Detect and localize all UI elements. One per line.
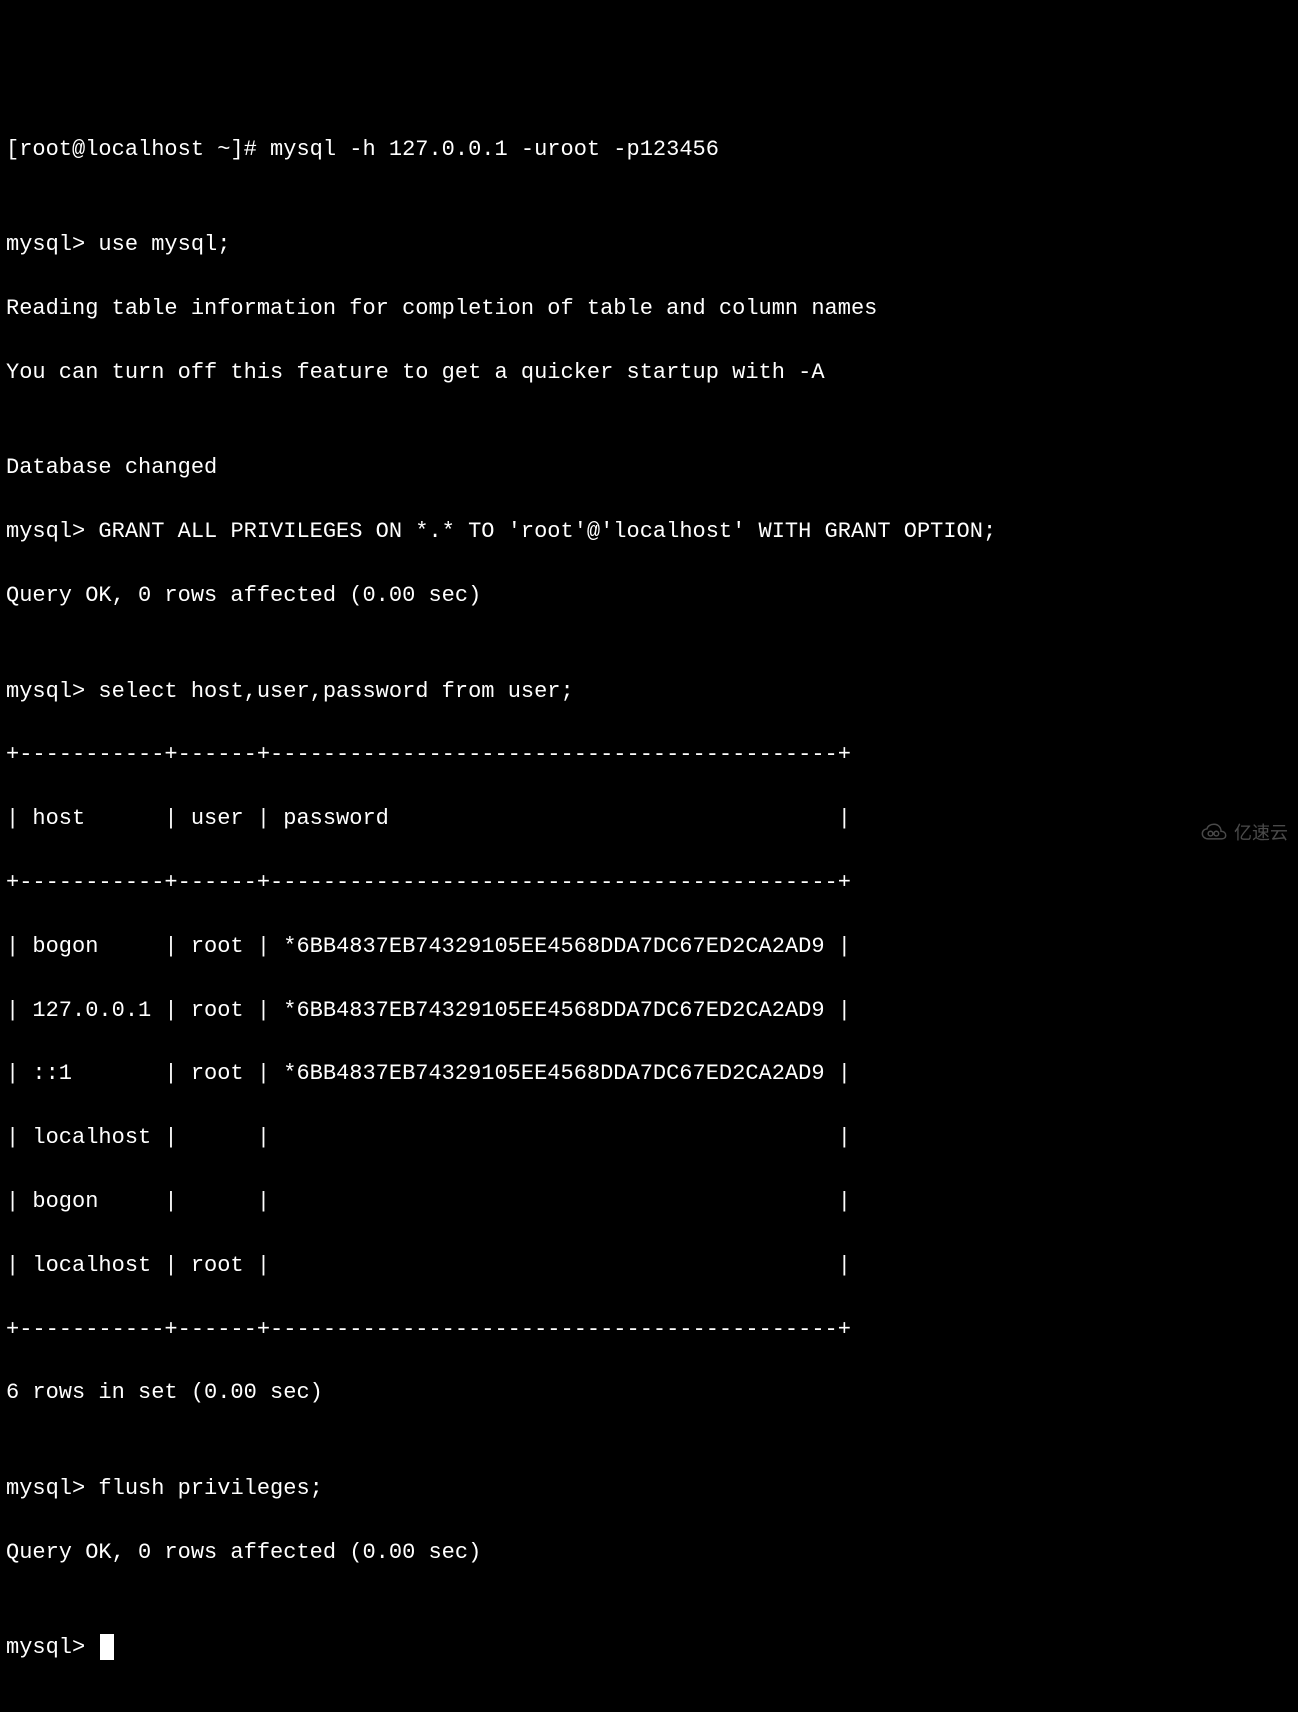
table-row: | bogon | root | *6BB4837EB74329105EE456… <box>6 931 1292 963</box>
mysql-cmd-grant: GRANT ALL PRIVILEGES ON *.* TO 'root'@'l… <box>98 519 996 544</box>
table-border: +-----------+------+--------------------… <box>6 1314 1292 1346</box>
rows-in-set-line: 6 rows in set (0.00 sec) <box>6 1377 1292 1409</box>
reading-info-line: Reading table information for completion… <box>6 293 1292 325</box>
table-border: +-----------+------+--------------------… <box>6 739 1292 771</box>
query-ok-line: Query OK, 0 rows affected (0.00 sec) <box>6 1537 1292 1569</box>
mysql-cmd-use: use mysql; <box>98 232 230 257</box>
cloud-icon <box>1200 823 1228 843</box>
watermark-text: 亿速云 <box>1234 820 1288 846</box>
mysql-line-use: mysql> use mysql; <box>6 229 1292 261</box>
table-row: | 127.0.0.1 | root | *6BB4837EB74329105E… <box>6 995 1292 1027</box>
mysql-prompt: mysql> <box>6 1476 98 1501</box>
shell-command: mysql -h 127.0.0.1 -uroot -p123456 <box>270 137 719 162</box>
shell-prompt: [root@localhost ~]# <box>6 137 270 162</box>
mysql-prompt: mysql> <box>6 679 98 704</box>
shell-line: [root@localhost ~]# mysql -h 127.0.0.1 -… <box>6 134 1292 166</box>
table-header: | host | user | password | <box>6 803 1292 835</box>
db-changed-line: Database changed <box>6 452 1292 484</box>
mysql-cmd-flush: flush privileges; <box>98 1476 322 1501</box>
table-border: +-----------+------+--------------------… <box>6 867 1292 899</box>
table-row: | bogon | | | <box>6 1186 1292 1218</box>
table-row: | localhost | root | | <box>6 1250 1292 1282</box>
query-ok-line: Query OK, 0 rows affected (0.00 sec) <box>6 580 1292 612</box>
mysql-line-select: mysql> select host,user,password from us… <box>6 676 1292 708</box>
mysql-prompt: mysql> <box>6 519 98 544</box>
mysql-prompt: mysql> <box>6 232 98 257</box>
table-row: | ::1 | root | *6BB4837EB74329105EE4568D… <box>6 1058 1292 1090</box>
watermark: 亿速云 <box>1200 820 1288 846</box>
mysql-cmd-select: select host,user,password from user; <box>98 679 573 704</box>
mysql-line-flush: mysql> flush privileges; <box>6 1473 1292 1505</box>
mysql-line-grant: mysql> GRANT ALL PRIVILEGES ON *.* TO 'r… <box>6 516 1292 548</box>
mysql-prompt: mysql> <box>6 1635 98 1660</box>
table-row: | localhost | | | <box>6 1122 1292 1154</box>
turnoff-info-line: You can turn off this feature to get a q… <box>6 357 1292 389</box>
mysql-active-prompt-line[interactable]: mysql> <box>6 1632 1292 1664</box>
cursor-icon <box>100 1634 114 1660</box>
